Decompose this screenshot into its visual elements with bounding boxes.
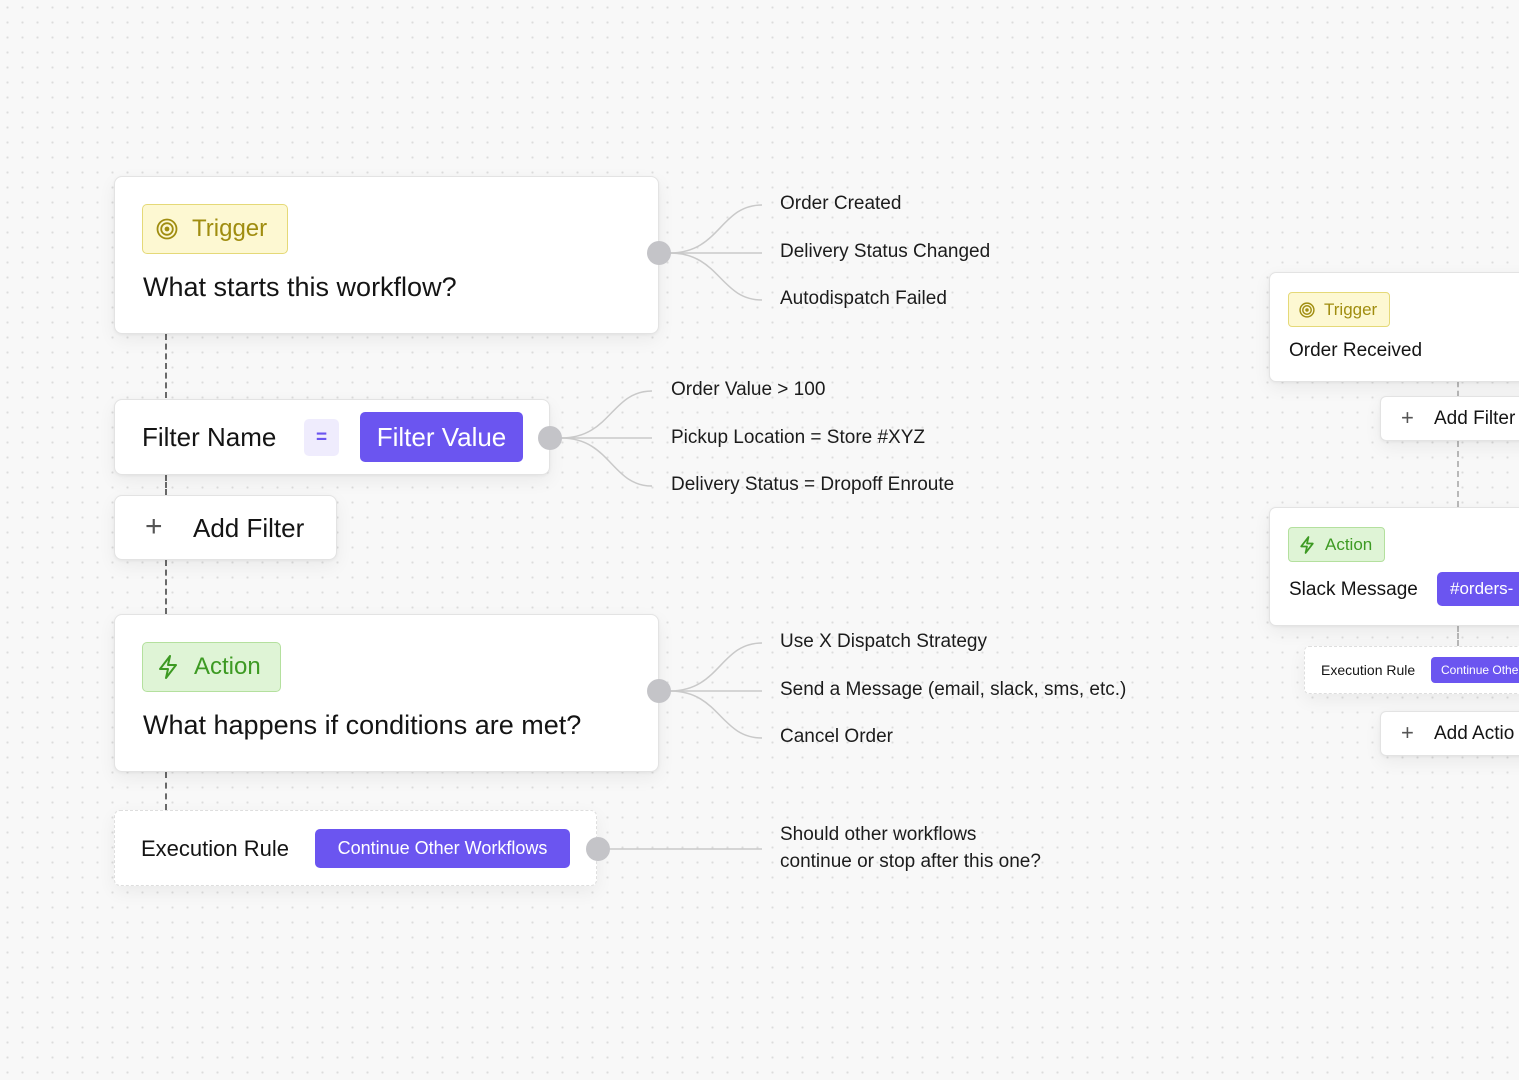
filter-card[interactable]: Filter Name = Filter Value	[114, 399, 550, 475]
example-add-action-label: Add Actio	[1434, 723, 1515, 744]
trigger-option[interactable]: Order Created	[780, 193, 901, 215]
example-action-badge-label: Action	[1325, 534, 1373, 554]
trigger-badge-label: Trigger	[192, 215, 268, 242]
execution-description-line2: continue or stop after this one?	[780, 851, 1041, 872]
example-channel-pill[interactable]: #orders-	[1437, 572, 1519, 606]
example-add-action-button[interactable]: + Add Actio	[1380, 711, 1519, 756]
filter-option[interactable]: Order Value > 100	[671, 379, 825, 401]
connector-line	[560, 437, 653, 487]
action-option[interactable]: Use X Dispatch Strategy	[780, 631, 987, 653]
example-trigger-badge-label: Trigger	[1324, 299, 1378, 319]
connector-line	[669, 252, 763, 301]
example-execution-rule-card[interactable]: Execution Rule Continue Othe	[1304, 646, 1519, 694]
example-trigger-card[interactable]: Trigger Order Received	[1269, 272, 1519, 382]
plus-icon: +	[145, 510, 163, 543]
trigger-output-node[interactable]	[647, 241, 671, 265]
execution-rule-card[interactable]: Execution Rule Continue Other Workflows	[114, 810, 597, 886]
trigger-badge: Trigger	[142, 204, 288, 254]
filter-output-node[interactable]	[538, 426, 562, 450]
lightning-icon	[159, 655, 177, 679]
action-output-node[interactable]	[647, 679, 671, 703]
add-filter-label: Add Filter	[193, 513, 305, 543]
filter-option[interactable]: Pickup Location = Store #XYZ	[671, 427, 925, 449]
action-title: What happens if conditions are met?	[143, 710, 582, 740]
example-action-card[interactable]: Action Slack Message #orders-	[1269, 507, 1519, 626]
example-add-filter-label: Add Filter	[1434, 408, 1516, 429]
execution-description-line1: Should other workflows	[780, 824, 977, 845]
trigger-option[interactable]: Autodispatch Failed	[780, 288, 947, 310]
example-add-filter-button[interactable]: + Add Filter	[1380, 396, 1519, 441]
execution-output-node[interactable]	[586, 837, 610, 861]
trigger-card[interactable]: Trigger What starts this workflow?	[114, 176, 659, 334]
example-action-title: Slack Message	[1289, 579, 1418, 600]
action-option[interactable]: Send a Message (email, slack, sms, etc.)	[780, 679, 1126, 701]
action-badge-label: Action	[194, 653, 261, 680]
connector-line	[669, 690, 763, 739]
filter-name: Filter Name	[142, 422, 277, 452]
connector-line	[669, 642, 763, 692]
example-action-badge: Action	[1288, 527, 1385, 562]
example-execution-rule-pill[interactable]: Continue Othe	[1431, 657, 1519, 683]
filter-operator[interactable]: =	[304, 419, 339, 456]
execution-rule-label: Execution Rule	[141, 836, 289, 861]
action-card[interactable]: Action What happens if conditions are me…	[114, 614, 659, 772]
action-option[interactable]: Cancel Order	[780, 726, 893, 748]
filter-option[interactable]: Delivery Status = Dropoff Enroute	[671, 474, 954, 496]
connector-line	[669, 204, 763, 254]
add-filter-button[interactable]: + Add Filter	[114, 495, 337, 560]
trigger-title: What starts this workflow?	[143, 272, 457, 302]
plus-icon: +	[1401, 720, 1414, 745]
plus-icon: +	[1401, 405, 1414, 430]
example-execution-rule-label: Execution Rule	[1321, 662, 1416, 678]
action-badge: Action	[142, 642, 281, 692]
example-trigger-badge: Trigger	[1288, 292, 1390, 327]
execution-rule-pill[interactable]: Continue Other Workflows	[315, 829, 570, 868]
target-icon	[1299, 301, 1315, 318]
filter-value-pill[interactable]: Filter Value	[360, 412, 523, 462]
lightning-icon	[1300, 535, 1314, 554]
trigger-option[interactable]: Delivery Status Changed	[780, 241, 990, 263]
connector-line	[560, 390, 653, 439]
target-icon	[156, 218, 178, 240]
example-trigger-title: Order Received	[1289, 340, 1423, 361]
